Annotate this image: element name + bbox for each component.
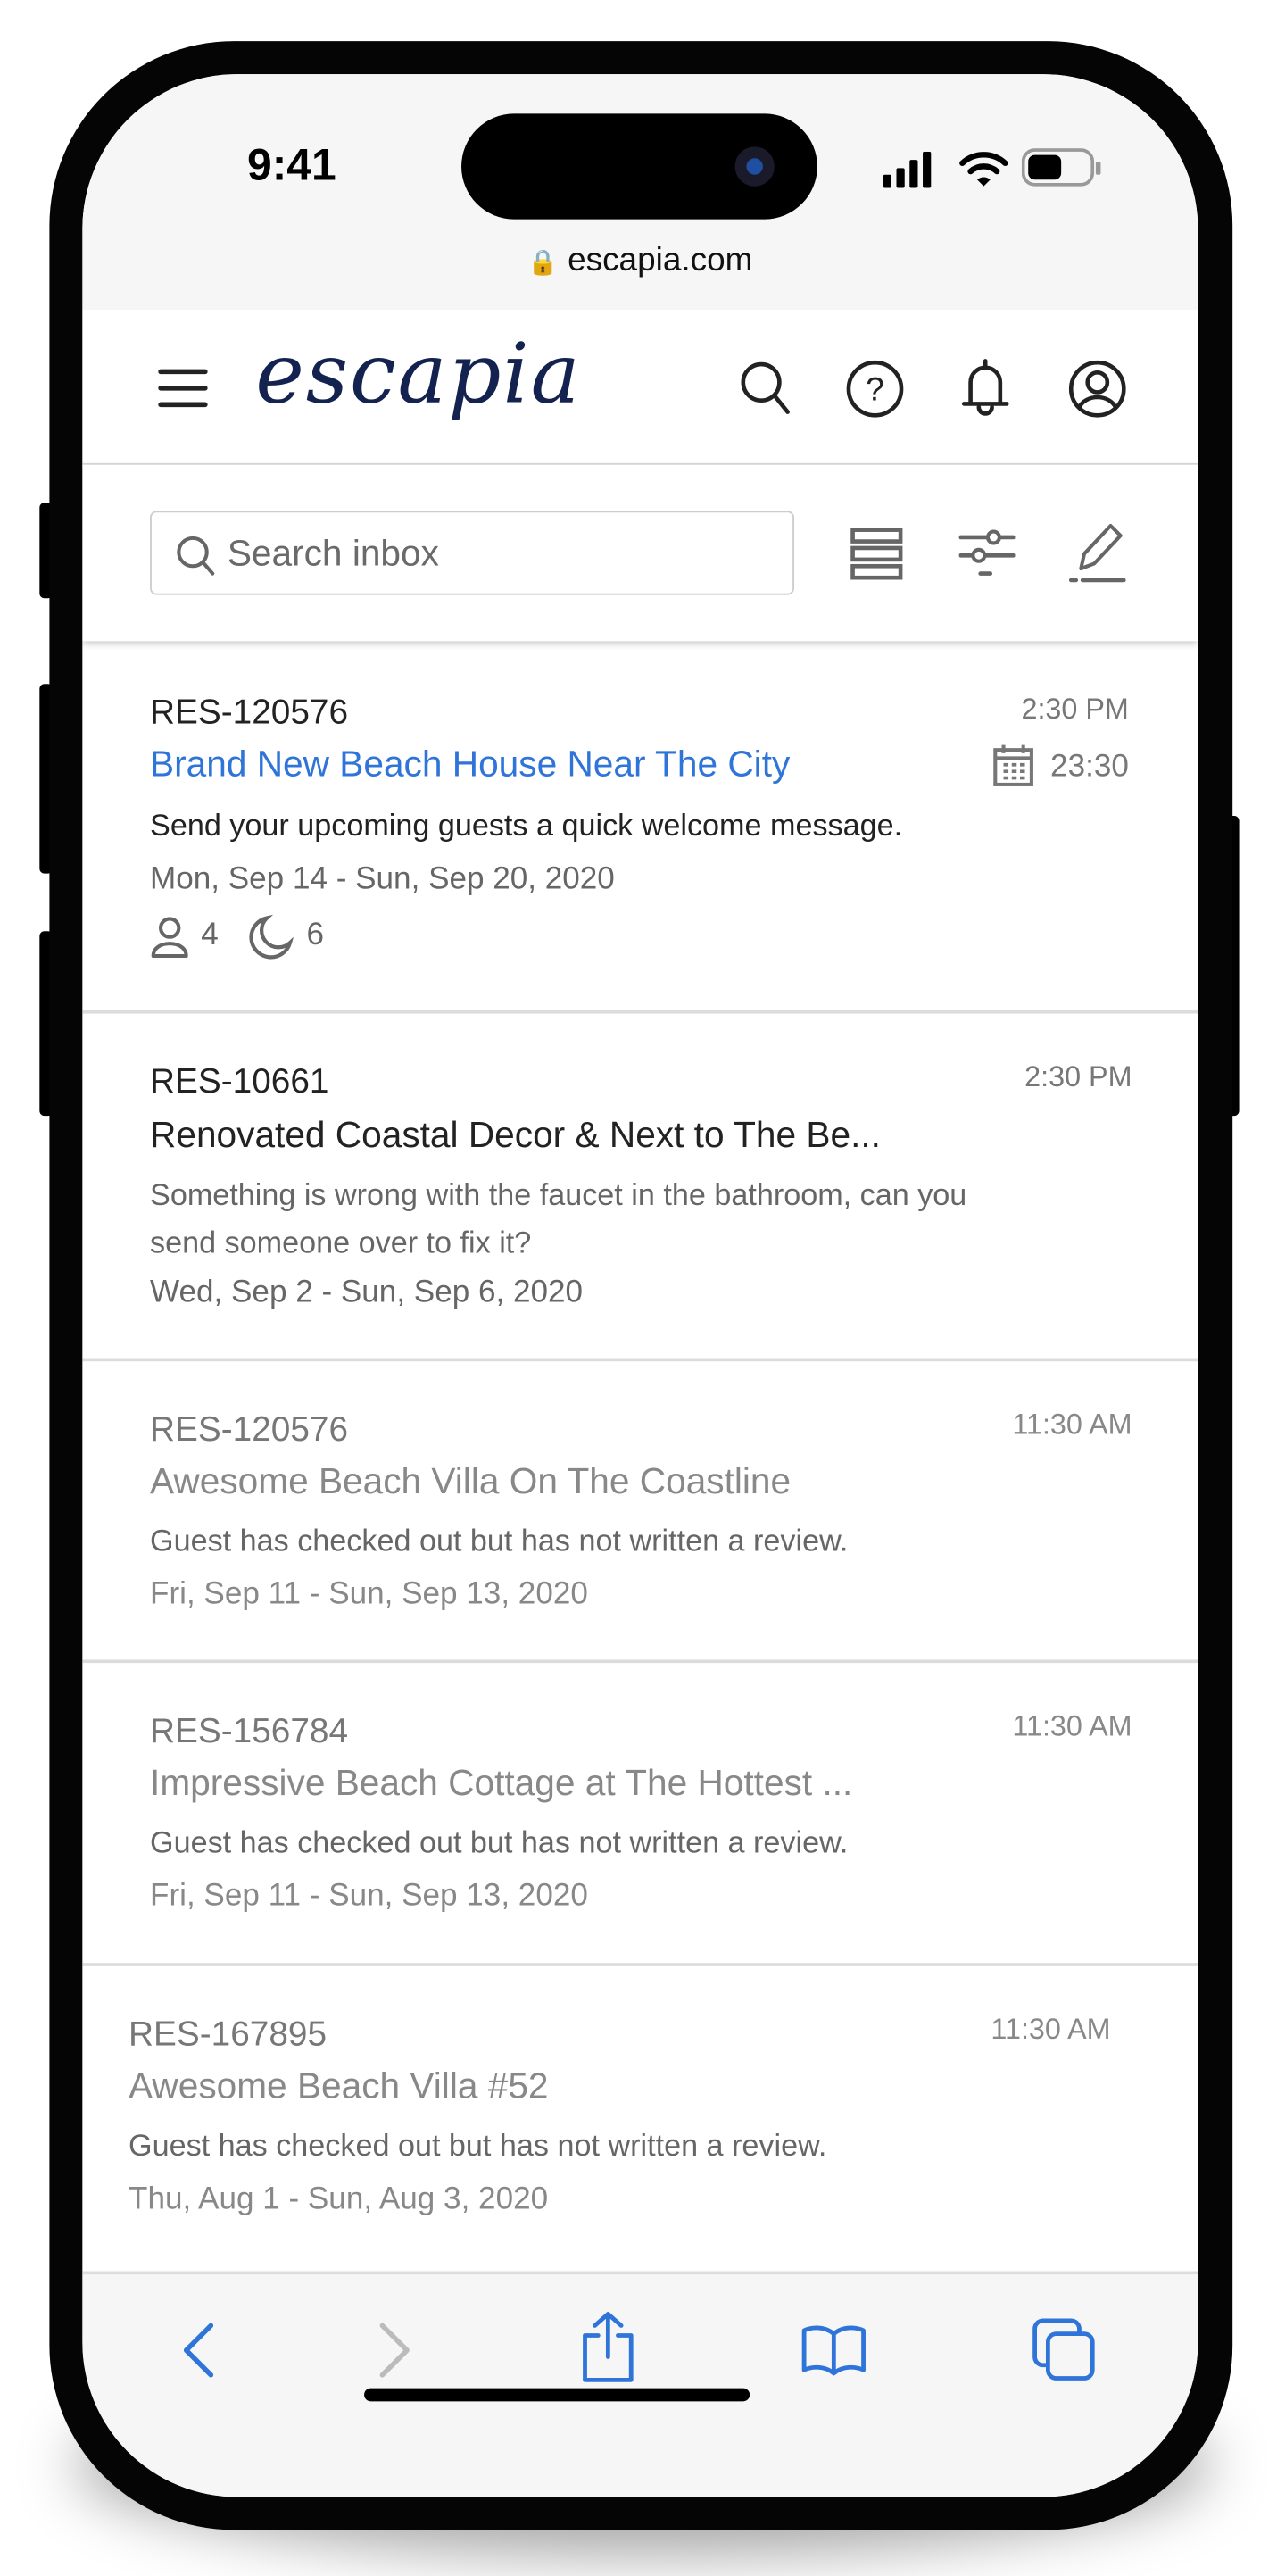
escapia-logo[interactable]: escapia (255, 327, 581, 422)
status-bar: 9:41 🔒 escapia.com (82, 74, 1198, 311)
reservation-id: RES-156784 (150, 1712, 349, 1750)
url-text: escapia.com (568, 242, 753, 279)
lock-icon: 🔒 (527, 248, 559, 278)
back-icon[interactable] (178, 2321, 217, 2380)
message-preview: Send your upcoming guests a quick welcom… (150, 807, 903, 843)
reservation-id: RES-167895 (129, 2015, 328, 2054)
search-icon (177, 536, 215, 576)
menu-icon[interactable] (158, 368, 208, 411)
message-time: 11:30 AM (1012, 1407, 1132, 1441)
search-icon[interactable] (738, 360, 794, 419)
search-inbox-field[interactable] (150, 511, 795, 595)
inbox-toolbar (82, 464, 1198, 642)
guest-count: 4 (201, 918, 219, 953)
clock: 9:41 (246, 139, 336, 190)
filter-icon[interactable] (958, 528, 1016, 580)
message-time: 11:30 AM (991, 2012, 1111, 2046)
screen: 9:41 🔒 escapia.com escapia ? Search inbo… (82, 74, 1198, 2497)
home-indicator[interactable] (364, 2388, 750, 2402)
svg-text:?: ? (866, 371, 884, 408)
message-time: 11:30 AM (1012, 1708, 1132, 1742)
stay-dates: Fri, Sep 11 - Sun, Sep 13, 2020 (150, 1577, 588, 1612)
battery-icon (1021, 148, 1101, 187)
message-item[interactable]: RES-156784 Impressive Beach Cottage at T… (82, 1663, 1198, 1966)
stay-dates: Wed, Sep 2 - Sun, Sep 6, 2020 (150, 1276, 584, 1310)
address-bar[interactable]: 🔒 escapia.com (82, 242, 1198, 279)
property-title: Impressive Beach Cottage at The Hottest … (150, 1761, 853, 1804)
property-title: Awesome Beach Villa #52 (129, 2065, 549, 2107)
night-count: 6 (306, 918, 324, 953)
bookmarks-icon[interactable] (800, 2324, 867, 2377)
phone-mockup: 9:41 🔒 escapia.com escapia ? Search inbo… (0, 0, 1277, 2576)
signal-icon (883, 151, 932, 188)
message-preview: Guest has checked out but has not writte… (150, 1523, 849, 1558)
bell-icon[interactable] (959, 356, 1012, 419)
list-view-icon[interactable] (850, 528, 903, 580)
search-input[interactable] (224, 512, 775, 595)
tabs-icon[interactable] (1032, 2317, 1098, 2383)
reservation-id: RES-10661 (150, 1062, 329, 1101)
dynamic-island (461, 113, 817, 220)
forward-icon[interactable] (376, 2321, 415, 2380)
scheduled-calendar-icon (993, 744, 1033, 786)
stay-dates: Mon, Sep 14 - Sun, Sep 20, 2020 (150, 861, 615, 897)
reservation-id: RES-120576 (150, 694, 349, 732)
message-time: 2:30 PM (1024, 1059, 1132, 1093)
wifi-icon (959, 152, 1008, 187)
camera-icon (734, 146, 775, 187)
property-title: Renovated Coastal Decor & Next to The Be… (150, 1114, 881, 1156)
stay-dates: Fri, Sep 11 - Sun, Sep 13, 2020 (150, 1879, 588, 1914)
guests-icon (151, 917, 188, 959)
account-icon[interactable] (1068, 360, 1127, 419)
message-preview: Guest has checked out but has not writte… (129, 2127, 827, 2163)
message-item[interactable]: RES-167895 Awesome Beach Villa #52 Guest… (82, 1966, 1198, 2272)
message-preview: Something is wrong with the faucet in th… (150, 1176, 967, 1259)
property-title: Awesome Beach Villa On The Coastline (150, 1459, 792, 1502)
browser-toolbar (82, 2271, 1198, 2497)
message-list: RES-120576 Brand New Beach House Near Th… (82, 643, 1198, 2271)
compose-icon[interactable] (1068, 519, 1127, 586)
message-item[interactable]: RES-120576 Awesome Beach Villa On The Co… (82, 1361, 1198, 1664)
help-icon[interactable]: ? (845, 360, 904, 419)
message-preview: Guest has checked out but has not writte… (150, 1824, 849, 1859)
scheduled-time: 23:30 (1050, 750, 1129, 785)
stay-dates: Thu, Aug 1 - Sun, Aug 3, 2020 (129, 2181, 549, 2217)
message-item[interactable]: RES-120576 Brand New Beach House Near Th… (82, 643, 1198, 1014)
share-icon[interactable] (580, 2311, 636, 2383)
property-title: Brand New Beach House Near The City (150, 743, 791, 785)
message-item[interactable]: RES-10661 Renovated Coastal Decor & Next… (82, 1014, 1198, 1362)
nights-icon (249, 914, 294, 960)
app-header: escapia ? (82, 310, 1198, 467)
message-time: 2:30 PM (1021, 692, 1129, 726)
reservation-id: RES-120576 (150, 1410, 349, 1450)
